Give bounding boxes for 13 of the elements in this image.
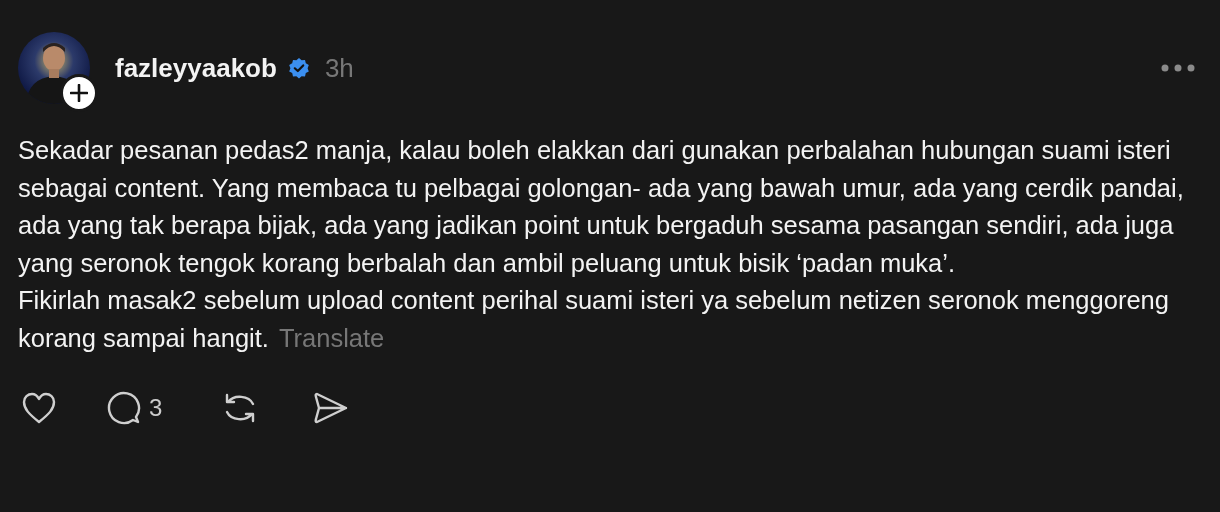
send-icon <box>313 391 350 425</box>
translate-link[interactable]: Translate <box>278 323 385 352</box>
comment-button[interactable]: 3 <box>107 391 163 425</box>
speech-bubble-icon <box>107 391 141 425</box>
username[interactable]: fazleyyaakob <box>115 52 277 84</box>
plus-icon <box>70 84 88 102</box>
heart-icon <box>21 392 57 424</box>
more-options-icon[interactable] <box>1160 63 1196 73</box>
like-button[interactable] <box>21 392 57 424</box>
post-time: 3h <box>324 52 354 84</box>
share-button[interactable] <box>313 391 350 425</box>
post-text: Sekadar pesanan pedas2 manja, kalau boleh elakkan dari gunakan perbalahan hubungan suami isteri sebagai content. Yang membaca tu pelbagai golongan- ada yang bawah umur, ada yang cerdik pandai, ada yang tak berapa bijak, ada yang jadikan point untuk bergaduh sesama pasangan sendiri, ada juga yang seronok tengok korang berbalah dan ambil peluang untuk bisik ‘padan muka’. <box>18 135 1185 279</box>
post-text: Fikirlah masak2 sebelum upload content perihal suami isteri ya sebelum netizen seronok menggoreng korang sampai hangit. Translate <box>18 285 1170 354</box>
